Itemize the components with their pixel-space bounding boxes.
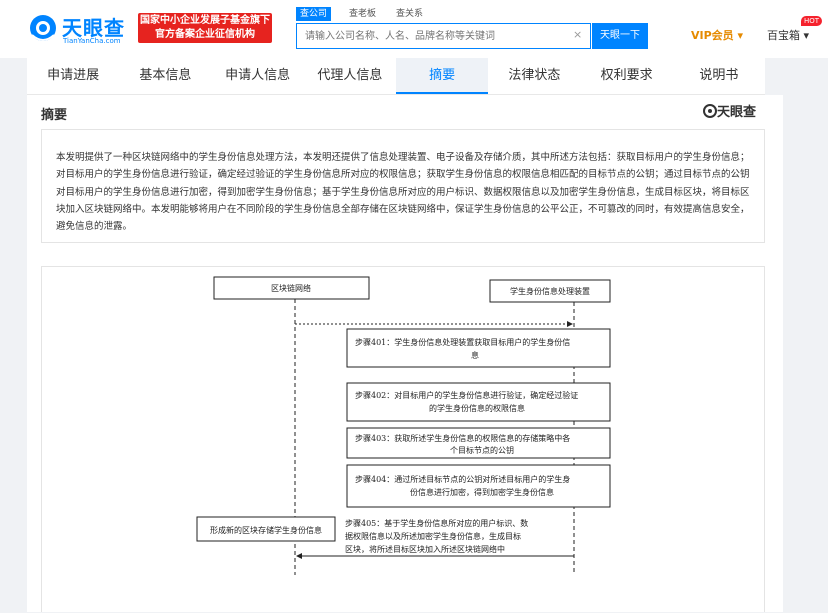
watermark-text: 天眼查 [717, 105, 757, 120]
actor-label-blockchain: 区块链网络 [271, 283, 311, 293]
tab-agent[interactable]: 代理人信息 [304, 58, 396, 94]
logo-domain: TianYanCha.com [63, 37, 121, 45]
tab-legal-status[interactable]: 法律状态 [488, 58, 580, 94]
step-401-box [346, 328, 611, 368]
tab-specification[interactable]: 说明书 [673, 58, 765, 94]
section-title: 摘要 [41, 108, 68, 123]
step-404-box [346, 464, 611, 508]
step-404-line-1: 步骤404：通过所述目标节点的公钥对所述目标用户的学生身 [355, 474, 570, 484]
step-402-box [346, 382, 611, 422]
search-tabs: 查公司 查老板 查关系 [296, 7, 439, 21]
top-header: 天眼查 TianYanCha.com 国家中小企业发展子基金旗下 官方备案企业征… [0, 0, 828, 58]
toolbox-label: 百宝箱 [767, 29, 800, 42]
tianyancha-watermark: 天眼查 [703, 101, 756, 120]
logo-icon [30, 15, 56, 41]
actor-label-processor: 学生身份信息处理装置 [510, 286, 590, 296]
toolbox-link[interactable]: 百宝箱 ▾ [767, 27, 809, 43]
step-402-line-2: 的学生身份信息的权限信息 [429, 403, 525, 413]
step-402-line-1: 步骤402：对目标用户的学生身份信息进行验证，确定经过验证 [355, 390, 578, 400]
clear-icon[interactable]: × [573, 28, 582, 41]
tab-abstract[interactable]: 摘要 [396, 58, 489, 94]
step-403-line-2: 个目标节点的公钥 [450, 445, 514, 455]
search-box: × [296, 23, 591, 49]
tab-applicant[interactable]: 申请人信息 [212, 58, 304, 94]
search-tab-relation[interactable]: 查关系 [392, 7, 427, 21]
search-button[interactable]: 天眼一下 [592, 23, 648, 49]
step-405-line-3: 区块，将所述目标区块加入所述区块链网络中 [345, 544, 505, 554]
promo-line-1: 国家中小企业发展子基金旗下 [140, 15, 270, 26]
main-content: 摘要 天眼查 本发明提供了一种区块链网络中的学生身份信息处理方法，本发明还提供了… [27, 95, 783, 612]
step-401-line-2: 息 [471, 350, 479, 360]
tab-basic-info[interactable]: 基本信息 [119, 58, 211, 94]
vip-member-link[interactable]: VIP会员 ▾ [691, 27, 743, 43]
tab-claims[interactable]: 权利要求 [581, 58, 673, 94]
step-404-line-2: 份信息进行加密，得到加密学生身份信息 [410, 487, 554, 497]
search-tab-boss[interactable]: 查老板 [345, 7, 380, 21]
logo[interactable]: 天眼查 TianYanCha.com [28, 11, 136, 45]
new-block-label: 形成新的区块存储学生身份信息 [210, 525, 322, 535]
abstract-text: 本发明提供了一种区块链网络中的学生身份信息处理方法，本发明还提供了信息处理装置、… [41, 129, 765, 243]
step-403-line-1: 步骤403：获取所述学生身份信息的权限信息的存储策略中各 [355, 433, 570, 443]
step-405-line-2: 据权限信息以及所述加密学生身份信息，生成目标 [345, 531, 521, 541]
search-input[interactable] [297, 24, 559, 48]
promo-banner[interactable]: 国家中小企业发展子基金旗下 官方备案企业征信机构 [138, 13, 272, 43]
watermark-logo-icon [703, 104, 717, 118]
step-401-line-1: 步骤401：学生身份信息处理装置获取目标用户的学生身份信 [355, 337, 570, 347]
hot-badge: HOT [801, 16, 823, 26]
search-tab-company[interactable]: 查公司 [296, 7, 332, 21]
step-405-line-1: 步骤405：基于学生身份信息所对应的用户标识、数 [345, 518, 528, 528]
patent-figure: 区块链网络 学生身份信息处理装置 步骤401：学生身份信息处理装置获取目标用户的… [41, 266, 765, 612]
vip-label: VIP会员 [691, 29, 734, 42]
search-area: 查公司 查老板 查关系 × 天眼一下 [296, 7, 648, 49]
detail-tabs: 申请进展 基本信息 申请人信息 代理人信息 摘要 法律状态 权利要求 说明书 [27, 58, 765, 95]
promo-line-2: 官方备案企业征信机构 [155, 29, 255, 40]
sequence-diagram: 区块链网络 学生身份信息处理装置 步骤401：学生身份信息处理装置获取目标用户的… [196, 276, 611, 575]
tab-progress[interactable]: 申请进展 [27, 58, 119, 94]
